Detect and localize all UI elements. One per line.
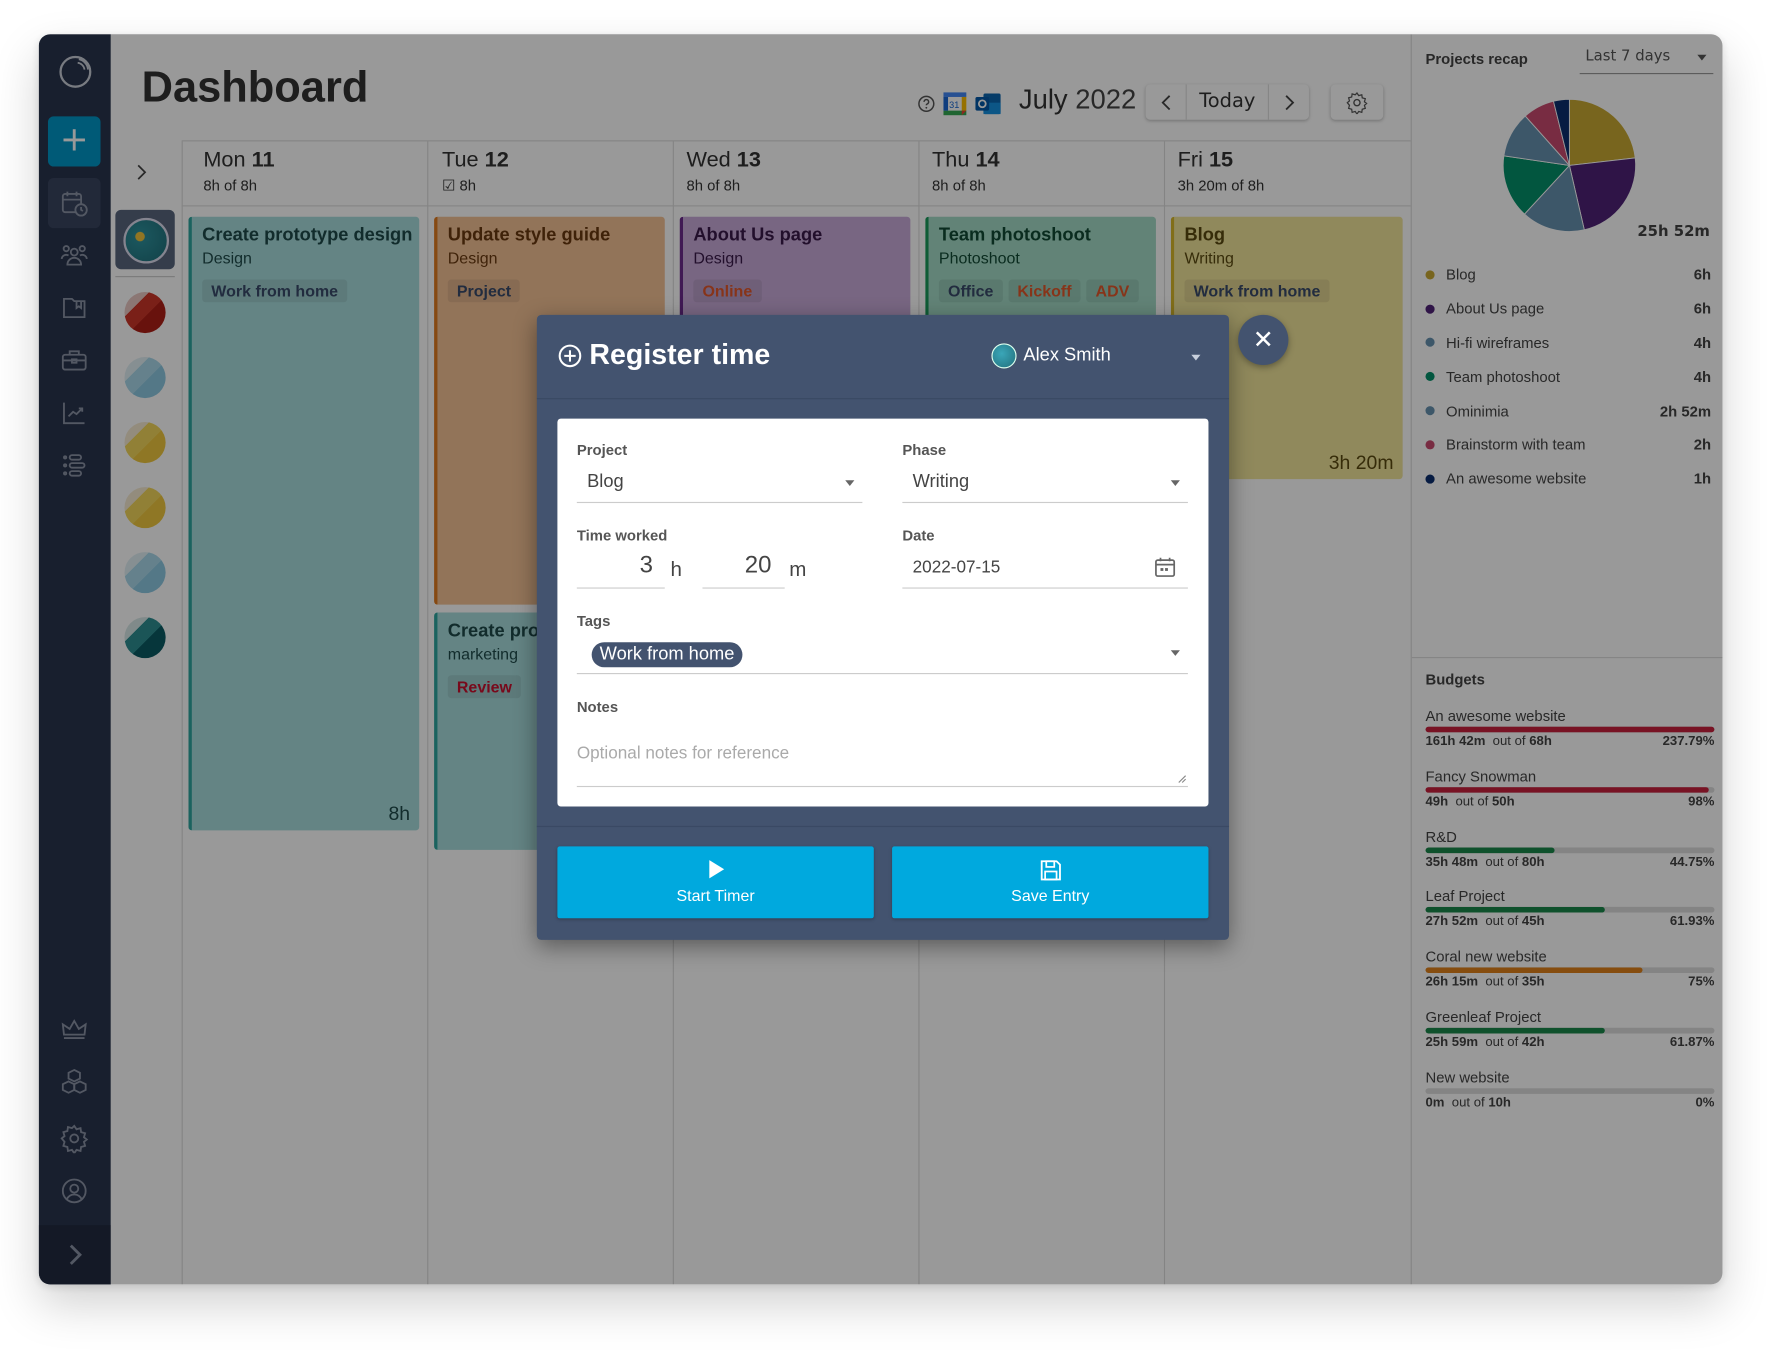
- caret-down-icon: [845, 480, 855, 486]
- field-underline: [576, 785, 1188, 788]
- field-underline: [576, 673, 1188, 675]
- play-icon: [708, 860, 724, 879]
- date-value: 2022-07-15: [912, 557, 1001, 578]
- modal-title: Register time: [589, 338, 771, 371]
- tag-chip[interactable]: Work from home: [591, 642, 743, 668]
- close-icon: ✕: [1252, 325, 1274, 355]
- modal-form: Project Blog Phase Writing Time worked 3…: [557, 418, 1209, 807]
- tags-label: Tags: [576, 612, 611, 630]
- time-worked-label: Time worked: [576, 527, 668, 545]
- field-underline: [576, 587, 665, 589]
- save-entry-label: Save Entry: [1011, 886, 1090, 905]
- hours-value: 3: [639, 552, 653, 579]
- save-icon: [1040, 860, 1061, 881]
- close-modal-button[interactable]: ✕: [1238, 314, 1289, 366]
- field-underline: [902, 587, 1188, 589]
- caret-down-icon: [1170, 650, 1180, 656]
- plus-circle-icon: [558, 344, 582, 367]
- start-timer-button[interactable]: Start Timer: [557, 846, 874, 919]
- resize-handle-icon[interactable]: [1175, 772, 1187, 783]
- field-underline: [902, 501, 1188, 504]
- save-entry-button[interactable]: Save Entry: [892, 846, 1209, 919]
- project-value: Blog: [587, 472, 624, 492]
- notes-placeholder: Optional notes for reference: [576, 743, 790, 764]
- caret-down-icon: [1170, 480, 1180, 486]
- modal-header: Register time Alex Smith: [536, 315, 1230, 400]
- notes-label: Notes: [576, 698, 619, 716]
- project-label: Project: [576, 441, 628, 459]
- user-select[interactable]: Alex Smith: [991, 343, 1111, 369]
- date-label: Date: [902, 527, 935, 545]
- field-underline: [576, 501, 863, 504]
- caret-down-icon[interactable]: [1191, 354, 1201, 361]
- minutes-unit: m: [789, 557, 807, 581]
- start-timer-label: Start Timer: [676, 886, 755, 905]
- register-time-modal: Register time Alex Smith Project Blog Ph…: [536, 314, 1230, 940]
- calendar-icon[interactable]: [1154, 556, 1177, 579]
- phase-label: Phase: [902, 441, 947, 459]
- user-name: Alex Smith: [1023, 345, 1111, 366]
- hours-unit: h: [670, 557, 682, 581]
- user-avatar: [991, 343, 1017, 369]
- modal-footer-divider: [536, 825, 1230, 828]
- minutes-value: 20: [744, 552, 772, 579]
- phase-value: Writing: [912, 472, 970, 492]
- field-underline: [702, 587, 785, 589]
